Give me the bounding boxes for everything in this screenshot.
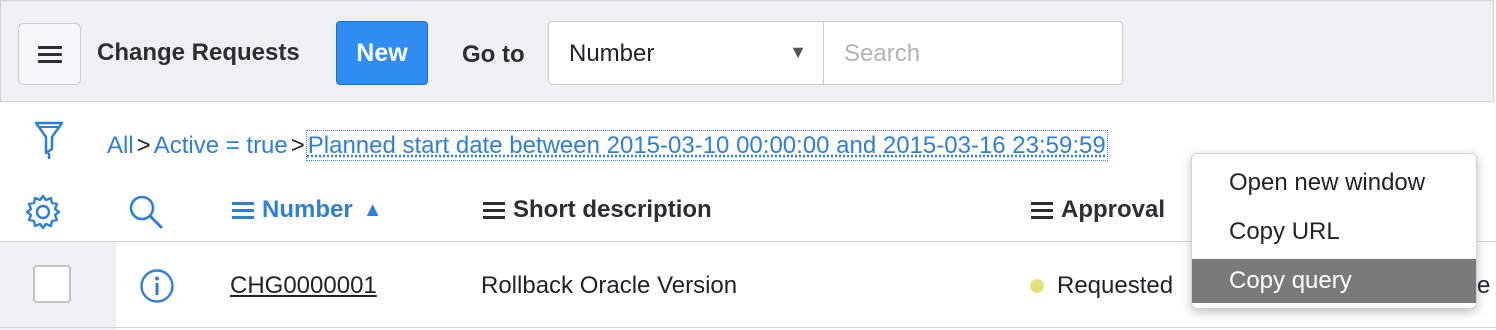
approval-status-dot xyxy=(1030,279,1044,293)
record-number-link[interactable]: CHG0000001 xyxy=(230,272,377,300)
list-menu-button[interactable] xyxy=(18,23,81,85)
search-field[interactable] xyxy=(823,21,1123,85)
new-button[interactable]: New xyxy=(336,21,428,85)
column-header-number-label: Number xyxy=(262,196,353,223)
filter-icon[interactable] xyxy=(34,121,64,168)
column-header-approval-label: Approval xyxy=(1061,196,1166,223)
menu-item-copy-url[interactable]: Copy URL xyxy=(1192,210,1476,254)
breadcrumb-all[interactable]: All xyxy=(107,132,134,159)
menu-icon xyxy=(37,42,62,67)
info-icon[interactable] xyxy=(139,268,175,309)
chevron-down-icon: ▼ xyxy=(789,42,807,62)
breadcrumb: All > Active = true > Planned start date bet… xyxy=(107,130,1108,161)
goto-label: Go to xyxy=(462,41,525,68)
goto-select-value: Number xyxy=(569,40,655,67)
row-checkbox[interactable] xyxy=(33,265,71,303)
truncated-cell-text: e xyxy=(1477,272,1491,299)
menu-item-copy-query[interactable]: Copy query xyxy=(1192,259,1476,303)
breadcrumb-separator: > xyxy=(290,132,305,159)
column-header-number[interactable]: Number ▲ xyxy=(232,196,382,224)
search-input[interactable] xyxy=(842,38,1106,70)
column-menu-icon[interactable] xyxy=(232,198,254,223)
gear-icon[interactable] xyxy=(24,193,62,236)
column-menu-icon[interactable] xyxy=(1031,198,1053,223)
menu-item-open-new-window[interactable]: Open new window xyxy=(1192,161,1476,205)
breadcrumb-planned-start[interactable]: Planned start date between 2015-03-10 00… xyxy=(305,130,1108,161)
breadcrumb-active[interactable]: Active = true xyxy=(154,132,288,159)
column-menu-icon[interactable] xyxy=(483,198,505,223)
search-icon[interactable] xyxy=(127,193,165,236)
column-header-short-description[interactable]: Short description xyxy=(483,196,712,224)
sort-ascending-icon: ▲ xyxy=(362,198,383,221)
column-header-approval[interactable]: Approval xyxy=(1031,196,1165,224)
row-divider xyxy=(0,327,1496,328)
short-description-cell: Rollback Oracle Version xyxy=(481,272,738,299)
breadcrumb-separator: > xyxy=(136,132,151,159)
approval-cell: Requested xyxy=(1057,272,1174,299)
column-header-short-description-label: Short description xyxy=(513,196,712,223)
list-title: Change Requests xyxy=(97,39,300,66)
goto-field-select[interactable]: Number ▼ xyxy=(548,21,824,85)
breadcrumb-context-menu: Open new window Copy URL Copy query xyxy=(1191,153,1477,309)
list-header-bar: Change Requests New Go to Number ▼ xyxy=(0,0,1494,102)
